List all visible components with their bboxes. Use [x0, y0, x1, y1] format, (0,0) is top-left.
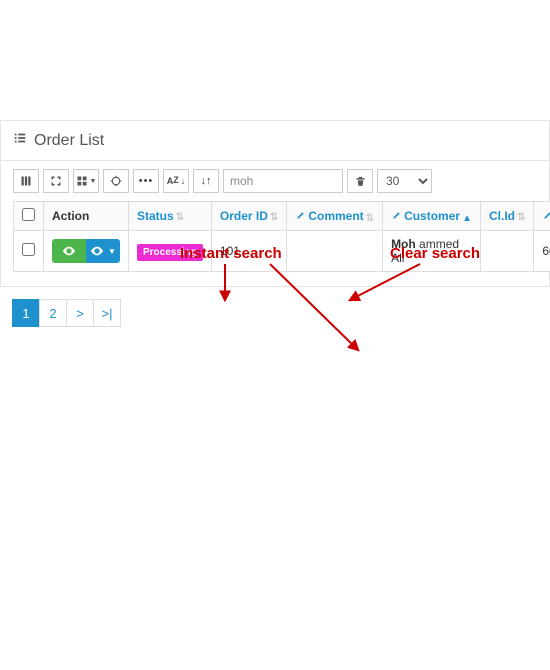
orders-table: Action Status⇅ Order ID⇅ Comment⇅ Custom…: [13, 201, 550, 272]
cell-total[interactable]: 602.00лв.: [534, 231, 550, 272]
cell-order-id: 101: [211, 231, 286, 272]
col-status[interactable]: Status⇅: [129, 202, 212, 231]
col-order-id[interactable]: Order ID⇅: [211, 202, 286, 231]
view-dropdown-button[interactable]: ▼: [86, 239, 120, 263]
more-icon[interactable]: •••: [133, 169, 159, 193]
caret-down-icon: ▼: [108, 247, 116, 256]
columns-icon[interactable]: [13, 169, 39, 193]
list-icon: [13, 131, 27, 150]
col-cl-id[interactable]: Cl.Id⇅: [480, 202, 533, 231]
eye-icon: [90, 246, 104, 256]
cell-action: ▼: [44, 231, 129, 272]
search-input[interactable]: [223, 169, 343, 193]
col-customer[interactable]: Customer▲: [383, 202, 481, 231]
pencil-icon: [391, 211, 401, 221]
page-last[interactable]: >|: [93, 299, 121, 327]
panel-body: ▼ ••• AZ↓ ↓↑ 30 Action Status⇅ Order ID⇅: [1, 161, 549, 286]
status-badge: Processing: [137, 244, 203, 261]
panel-header: Order List: [1, 121, 549, 161]
cell-status: Processing: [129, 231, 212, 272]
pagination: 1 2 > >|: [12, 299, 538, 327]
sort-az-icon[interactable]: AZ↓: [163, 169, 189, 193]
panel-title: Order List: [34, 132, 104, 150]
order-list-panel: Order List ▼ ••• AZ↓ ↓↑ 30 Action: [0, 120, 550, 287]
col-total[interactable]: Total⇅: [534, 202, 550, 231]
target-icon[interactable]: [103, 169, 129, 193]
cell-cl-id: [480, 231, 533, 272]
pencil-icon: [295, 211, 305, 221]
page-2[interactable]: 2: [39, 299, 67, 327]
cell-customer[interactable]: Moh ammed Ali: [383, 231, 481, 272]
trash-icon: [355, 175, 366, 187]
table-row: ▼ Processing 101 Moh ammed Ali 602.00лв.: [14, 231, 550, 272]
grid-icon[interactable]: ▼: [73, 169, 99, 193]
cell-comment[interactable]: [287, 231, 383, 272]
page-next[interactable]: >: [66, 299, 94, 327]
fullscreen-icon[interactable]: [43, 169, 69, 193]
row-checkbox[interactable]: [14, 231, 44, 272]
eye-icon: [62, 246, 76, 256]
select-all-header[interactable]: [14, 202, 44, 231]
col-action: Action: [44, 202, 129, 231]
sort-toggle-icon[interactable]: ↓↑: [193, 169, 219, 193]
pencil-icon: [542, 211, 550, 221]
col-comment[interactable]: Comment⇅: [287, 202, 383, 231]
toolbar: ▼ ••• AZ↓ ↓↑ 30: [13, 169, 537, 193]
page-1[interactable]: 1: [12, 299, 40, 327]
view-button[interactable]: [52, 239, 86, 263]
clear-search-button[interactable]: [347, 169, 373, 193]
page-size-select[interactable]: 30: [377, 169, 432, 193]
